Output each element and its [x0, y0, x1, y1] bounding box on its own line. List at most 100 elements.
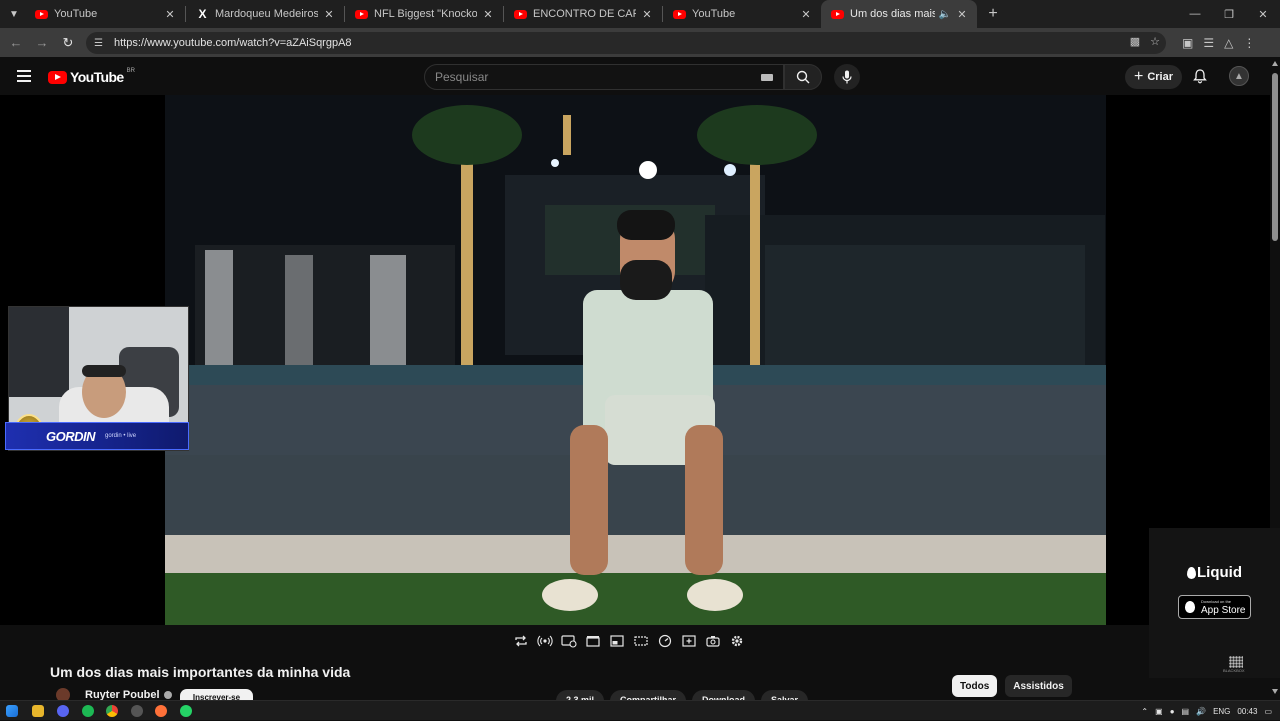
volume-icon[interactable]: 🔊 — [1196, 707, 1206, 716]
browser-tab-strip: ▼ YouTube ✕ X Mardoqueu Medeiros ᴬᴬ no X… — [0, 0, 1280, 28]
youtube-favicon-icon — [831, 9, 844, 19]
media-controls-icon[interactable]: ☰ — [1203, 36, 1214, 50]
new-tab-button[interactable]: + — [981, 5, 1005, 23]
search-button[interactable] — [784, 64, 822, 90]
bookmark-star-icon[interactable]: ☆ — [1150, 35, 1160, 48]
window-controls: — ❐ ✕ — [1178, 0, 1280, 28]
browser-tab-active[interactable]: Um dos dias mais importan 🔈 ✕ — [821, 0, 977, 28]
notifications-bell-icon[interactable] — [1192, 68, 1208, 84]
voice-search-button[interactable] — [834, 64, 860, 90]
streamer-subtitle: gordin • live — [105, 433, 137, 439]
window-close-icon[interactable]: ✕ — [1246, 0, 1280, 28]
blackbox-logo-icon — [1229, 656, 1243, 668]
microphone-tray-icon[interactable]: ● — [1170, 707, 1175, 716]
close-icon[interactable]: ✕ — [163, 8, 177, 21]
tab-title: Um dos dias mais importan — [850, 8, 935, 20]
address-bar-actions: ▩ ☆ — [1130, 35, 1160, 48]
notifications-icon[interactable]: ▭ — [1264, 707, 1272, 716]
loop-icon[interactable] — [512, 632, 530, 650]
youtube-favicon-icon — [355, 9, 368, 19]
browser-tab[interactable]: YouTube ✕ — [25, 0, 185, 28]
settings-gear-icon[interactable] — [728, 632, 746, 650]
sponsored-ad[interactable]: Liquid Download on the App Store BLACKBO… — [1149, 528, 1280, 678]
tray-app-icon[interactable]: ▣ — [1155, 707, 1163, 716]
file-explorer-icon[interactable] — [32, 705, 44, 717]
video-player[interactable] — [0, 95, 1270, 625]
chrome-icon[interactable] — [106, 705, 118, 717]
clock[interactable]: 00:43 — [1237, 707, 1257, 716]
minimize-icon[interactable]: — — [1178, 0, 1212, 28]
close-icon[interactable]: ✕ — [481, 8, 495, 21]
picture-in-picture-icon[interactable] — [608, 632, 626, 650]
close-icon[interactable]: ✕ — [799, 8, 813, 21]
video-thumbnail-scene — [165, 95, 1106, 625]
kebab-menu-icon[interactable]: ⋮ — [1243, 36, 1255, 50]
broadcast-icon[interactable] — [536, 632, 554, 650]
logo-text: YouTube — [70, 69, 124, 85]
url-text: https://www.youtube.com/watch?v=aZAiSqrg… — [114, 36, 352, 49]
verified-badge-icon — [163, 691, 172, 699]
app-store-badge[interactable]: Download on the App Store — [1178, 595, 1251, 619]
search-input[interactable]: Pesquisar — [424, 64, 784, 90]
create-label: Criar — [1147, 71, 1174, 83]
forward-arrow-icon[interactable]: → — [30, 31, 54, 55]
tab-title: ENCONTRO DE CARROS NO EU — [533, 8, 636, 20]
clapperboard-icon[interactable] — [584, 632, 602, 650]
tab-title: YouTube — [692, 8, 736, 20]
system-tray: ⌃ ▣ ● ▤ 🔊 ENG 00:43 ▭ — [1141, 701, 1280, 721]
profile-icon[interactable]: △ — [1224, 36, 1233, 50]
browser-toolbar: ← → ↻ ☰ https://www.youtube.com/watch?v=… — [0, 28, 1280, 57]
browser-tab[interactable]: NFL Biggest "Knockout Hits" - Y ✕ — [345, 0, 503, 28]
streamer-name: GORDIN — [46, 428, 96, 444]
reload-icon[interactable]: ↻ — [56, 31, 80, 55]
x-favicon-icon: X — [198, 6, 207, 21]
scroll-down-arrow-icon[interactable] — [1272, 689, 1278, 694]
video-frame[interactable] — [165, 95, 1106, 625]
back-arrow-icon[interactable]: ← — [4, 31, 28, 55]
youtube-play-icon — [48, 70, 67, 84]
speaker-icon[interactable]: 🔈 — [939, 9, 951, 20]
spotify-icon[interactable] — [82, 705, 94, 717]
video-title: Um dos dias mais importantes da minha vi… — [50, 664, 351, 680]
scrollbar-thumb[interactable] — [1272, 73, 1278, 241]
search-icon — [796, 70, 810, 84]
close-icon[interactable]: ✕ — [322, 8, 336, 21]
firefox-icon[interactable] — [155, 705, 167, 717]
ad-brand: Liquid — [1197, 564, 1242, 581]
windows-start-icon[interactable] — [6, 705, 18, 717]
screenshot-camera-icon[interactable] — [704, 632, 722, 650]
watch-preview-icon[interactable] — [560, 632, 578, 650]
extensions-icon[interactable]: ▣ — [1182, 36, 1193, 50]
scroll-up-arrow-icon[interactable] — [1272, 61, 1278, 66]
network-icon[interactable]: ▤ — [1182, 707, 1190, 716]
filter-chip-watched[interactable]: Assistidos — [1005, 675, 1072, 697]
discord-icon[interactable] — [57, 705, 69, 717]
cinema-mode-icon[interactable] — [632, 632, 650, 650]
account-avatar[interactable]: ▲ — [1229, 66, 1249, 86]
site-info-icon[interactable]: ☰ — [94, 38, 106, 49]
close-icon[interactable]: ✕ — [640, 8, 654, 21]
store-big-text: App Store — [1201, 605, 1246, 616]
whatsapp-icon[interactable] — [180, 705, 192, 717]
menu-icon[interactable] — [17, 70, 31, 82]
app-icon[interactable] — [131, 705, 143, 717]
restore-icon[interactable]: ❐ — [1212, 0, 1246, 28]
ad-network: BLACKBOX — [1223, 668, 1245, 673]
close-icon[interactable]: ✕ — [955, 8, 969, 21]
browser-tab[interactable]: YouTube ✕ — [663, 0, 821, 28]
filter-chip-all[interactable]: Todos — [952, 675, 998, 697]
streamer-name-banner: GORDIN gordin • live — [5, 422, 189, 450]
keyboard-icon[interactable] — [761, 74, 773, 81]
chevron-up-icon[interactable]: ⌃ — [1141, 707, 1148, 716]
cast-icon[interactable]: ▩ — [1130, 35, 1140, 48]
browser-tab[interactable]: X Mardoqueu Medeiros ᴬᴬ no X: ✕ — [186, 0, 344, 28]
tab-search-button[interactable]: ▼ — [3, 3, 25, 25]
create-button[interactable]: + Criar — [1125, 65, 1182, 89]
browser-tab[interactable]: ENCONTRO DE CARROS NO EU ✕ — [504, 0, 662, 28]
tab-title: Mardoqueu Medeiros ᴬᴬ no X: — [215, 8, 318, 20]
address-bar[interactable]: ☰ https://www.youtube.com/watch?v=aZAiSq… — [86, 31, 1166, 54]
language-indicator[interactable]: ENG — [1213, 707, 1230, 716]
youtube-logo[interactable]: YouTube BR — [48, 68, 135, 85]
speed-gauge-icon[interactable] — [656, 632, 674, 650]
add-to-queue-icon[interactable] — [680, 632, 698, 650]
